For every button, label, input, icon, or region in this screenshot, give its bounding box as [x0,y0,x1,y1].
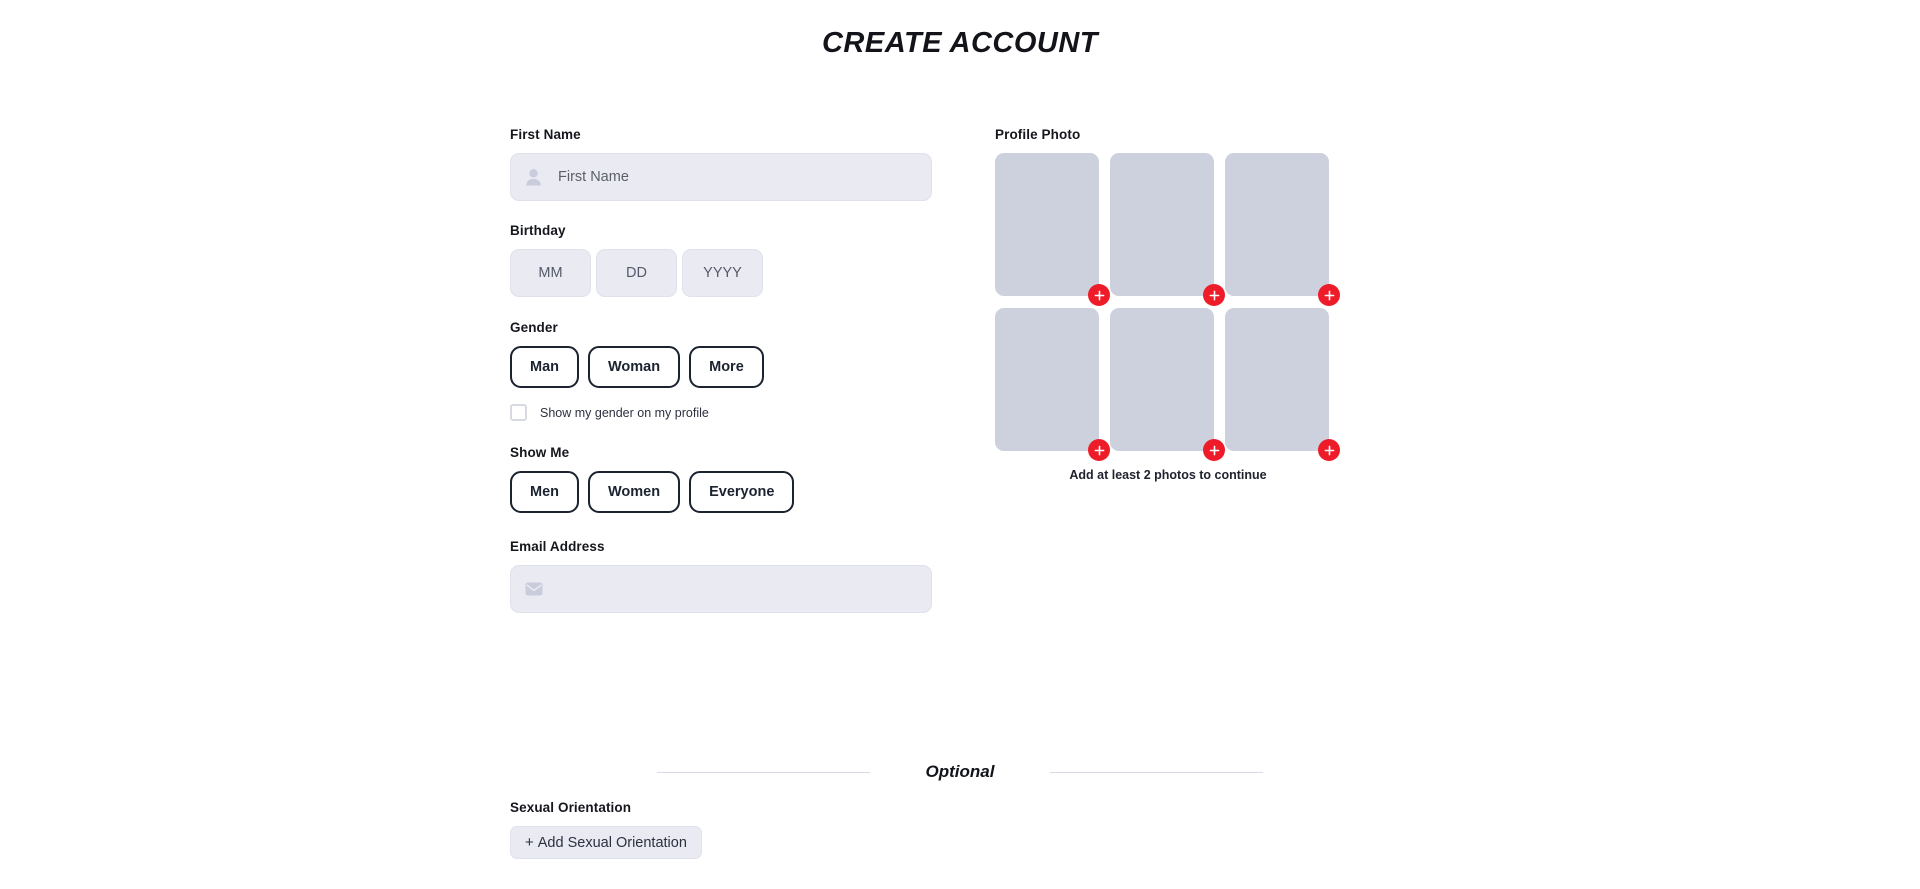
add-sexual-orientation-label: Add Sexual Orientation [537,834,687,851]
birthday-label: Birthday [510,223,566,238]
add-photo-button-3[interactable] [1318,284,1340,306]
show-gender-checkbox-row: Show my gender on my profile [510,404,940,421]
add-photo-button-5[interactable] [1203,439,1225,461]
email-label: Email Address [510,539,605,554]
photo-slot-3[interactable] [1225,153,1340,306]
show-gender-checkbox-label: Show my gender on my profile [540,405,709,420]
birthday-section: Birthday MM DD YYYY [510,223,940,297]
divider-line-right [1050,771,1264,773]
show-me-option-women[interactable]: Women [588,471,681,513]
divider-line-left [656,771,870,773]
birthday-day-input[interactable]: DD [596,249,677,297]
show-gender-checkbox[interactable] [510,404,527,421]
email-input[interactable] [510,565,932,613]
plus-icon [1209,290,1219,300]
show-me-label: Show Me [510,445,570,460]
sexual-orientation-label: Sexual Orientation [510,800,632,815]
profile-photo-label: Profile Photo [995,127,1081,142]
profile-photo-hint: Add at least 2 photos to continue [1069,468,1267,482]
plus-icon: + [525,834,534,851]
email-section: Email Address [510,539,940,613]
gender-option-more[interactable]: More [689,346,764,388]
birthday-inputs: MM DD YYYY [510,249,940,297]
add-sexual-orientation-button[interactable]: + Add Sexual Orientation [510,826,702,859]
show-me-option-everyone[interactable]: Everyone [689,471,795,513]
profile-photo-grid [995,153,1341,461]
show-me-section: Show Me Men Women Everyone [510,445,940,513]
show-me-option-men[interactable]: Men [510,471,579,513]
create-account-page: CREATE ACCOUNT First Name First Name Bir… [0,0,1920,889]
gender-option-man[interactable]: Man [510,346,579,388]
photo-slot-1[interactable] [995,153,1110,306]
account-form-column: First Name First Name Birthday MM DD YYY… [510,127,940,613]
add-photo-button-2[interactable] [1203,284,1225,306]
add-photo-button-4[interactable] [1088,439,1110,461]
gender-options: Man Woman More [510,346,940,388]
photo-slot-5[interactable] [1110,308,1225,461]
photo-slot-4[interactable] [995,308,1110,461]
birthday-year-input[interactable]: YYYY [682,249,763,297]
optional-label: Optional [925,762,995,781]
photo-slot-6[interactable] [1225,308,1340,461]
plus-icon [1324,290,1334,300]
first-name-label: First Name [510,127,581,142]
envelope-icon [525,582,543,596]
first-name-input[interactable]: First Name [510,153,932,201]
sexual-orientation-section: Sexual Orientation + Add Sexual Orientat… [510,800,940,859]
add-photo-button-1[interactable] [1088,284,1110,306]
plus-icon [1094,290,1104,300]
gender-option-woman[interactable]: Woman [588,346,681,388]
profile-photo-column: Profile Photo Add at least 2 photos to c… [995,127,1415,482]
plus-icon [1209,445,1219,455]
gender-label: Gender [510,320,558,335]
add-photo-button-6[interactable] [1318,439,1340,461]
page-title: CREATE ACCOUNT [821,27,1099,59]
photo-slot-2[interactable] [1110,153,1225,306]
gender-section: Gender Man Woman More Show my gender on … [510,320,940,421]
first-name-placeholder: First Name [558,169,629,185]
first-name-section: First Name First Name [510,127,940,201]
plus-icon [1094,445,1104,455]
birthday-month-input[interactable]: MM [510,249,591,297]
optional-divider: Optional [0,762,1920,782]
person-icon [525,168,542,186]
plus-icon [1324,445,1334,455]
show-me-options: Men Women Everyone [510,471,940,513]
